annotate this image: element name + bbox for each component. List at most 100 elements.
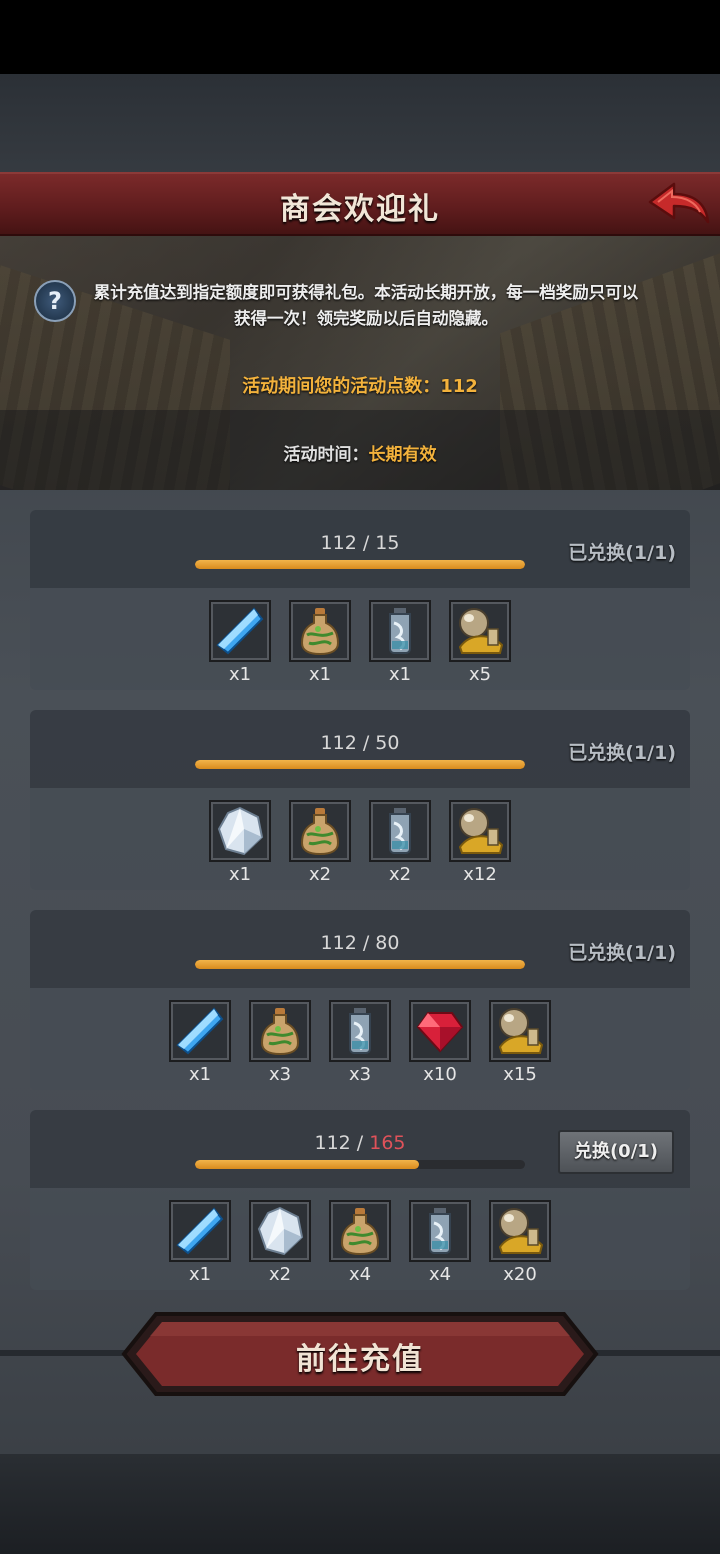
progress-separator: / xyxy=(356,932,376,954)
go-recharge-button[interactable]: 前往充值 xyxy=(120,1310,600,1398)
reward-item[interactable]: x4 xyxy=(329,1200,391,1285)
progress-required: 15 xyxy=(375,532,400,554)
reward-quantity: x5 xyxy=(468,664,492,685)
tier-claimed-status: 已兑换(1/1) xyxy=(568,742,676,764)
blue-crystal-icon xyxy=(209,600,271,662)
progress-separator: / xyxy=(356,732,376,754)
progress-required: 165 xyxy=(369,1132,406,1154)
gold-pouch-icon xyxy=(449,800,511,862)
reward-quantity: x10 xyxy=(423,1064,457,1085)
reward-quantity: x1 xyxy=(188,1264,212,1285)
reward-item[interactable]: x2 xyxy=(369,800,431,885)
progress-current: 112 xyxy=(320,732,357,754)
tier-progress-bar xyxy=(195,1160,525,1169)
reward-item[interactable]: x12 xyxy=(449,800,511,885)
progress-required: 80 xyxy=(375,932,400,954)
title-bar: 商会欢迎礼 xyxy=(0,172,720,236)
progress-current: 112 xyxy=(314,1132,351,1154)
help-icon[interactable]: ? xyxy=(34,280,76,322)
reward-item[interactable]: x3 xyxy=(249,1000,311,1085)
time-value: 长期有效 xyxy=(368,445,437,465)
gold-pouch-icon xyxy=(449,600,511,662)
cta-label: 前往充值 xyxy=(296,1342,424,1377)
tier-progress-fill xyxy=(195,1160,420,1169)
points-value: 112 xyxy=(440,376,478,397)
reward-quantity: x1 xyxy=(188,1064,212,1085)
tier-reward-items: x1 x2 x4 x4 x20 xyxy=(30,1200,690,1285)
cta-divider-left xyxy=(0,1350,130,1356)
reward-item[interactable]: x20 xyxy=(489,1200,551,1285)
points-label: 活动期间您的活动点数： xyxy=(242,376,441,397)
reward-tier: 112 / 165 兑换(0/1) x1 x2 x4 x4 x20 xyxy=(30,1110,690,1290)
tier-claimed-status: 已兑换(1/1) xyxy=(568,942,676,964)
green-potion-icon xyxy=(289,800,351,862)
reward-item[interactable]: x2 xyxy=(249,1200,311,1285)
reward-quantity: x4 xyxy=(348,1264,372,1285)
page-title: 商会欢迎礼 xyxy=(280,192,440,227)
reward-tier: 112 / 80 已兑换(1/1) x1 x3 x3 x10 x15 xyxy=(30,910,690,1090)
white-crystal-icon xyxy=(249,1200,311,1262)
tier-reward-items: x1 x1 x1 x5 xyxy=(30,600,690,685)
activity-time: 活动时间：长期有效 xyxy=(0,440,720,465)
water-vial-icon xyxy=(329,1000,391,1062)
tier-progress-fill xyxy=(195,760,525,769)
reward-item[interactable]: x1 xyxy=(209,800,271,885)
blue-crystal-icon xyxy=(169,1200,231,1262)
green-potion-icon xyxy=(249,1000,311,1062)
reward-quantity: x3 xyxy=(348,1064,372,1085)
progress-required: 50 xyxy=(375,732,400,754)
tier-progress-text: 112 / 50 xyxy=(195,732,525,754)
reward-quantity: x15 xyxy=(503,1064,537,1085)
status-bar xyxy=(0,0,720,74)
reward-quantity: x1 xyxy=(228,664,252,685)
reward-quantity: x1 xyxy=(388,664,412,685)
reward-item[interactable]: x15 xyxy=(489,1000,551,1085)
reward-quantity: x1 xyxy=(308,664,332,685)
event-description: 累计充值达到指定额度即可获得礼包。本活动长期开放，每一档奖励只可以获得一次！领完… xyxy=(93,283,639,328)
tier-progress-text: 112 / 80 xyxy=(195,932,525,954)
white-crystal-icon xyxy=(209,800,271,862)
activity-points: 活动期间您的活动点数：112 xyxy=(0,372,720,398)
tier-claim-button[interactable]: 兑换(0/1) xyxy=(558,1130,674,1174)
reward-item[interactable]: x10 xyxy=(409,1000,471,1085)
reward-item[interactable]: x1 xyxy=(369,600,431,685)
reward-tier: 112 / 15 已兑换(1/1) x1 x1 x1 x5 xyxy=(30,510,690,690)
tier-progress-text: 112 / 165 xyxy=(195,1132,525,1154)
progress-current: 112 xyxy=(320,532,357,554)
reward-item[interactable]: x1 xyxy=(169,1000,231,1085)
water-vial-icon xyxy=(409,1200,471,1262)
time-label: 活动时间： xyxy=(283,445,369,465)
tier-progress-bar xyxy=(195,560,525,569)
green-potion-icon xyxy=(289,600,351,662)
tier-progress-fill xyxy=(195,960,525,969)
reward-quantity: x12 xyxy=(463,864,497,885)
reward-quantity: x3 xyxy=(268,1064,292,1085)
tier-reward-items: x1 x3 x3 x10 x15 xyxy=(30,1000,690,1085)
progress-separator: / xyxy=(356,532,376,554)
water-vial-icon xyxy=(369,600,431,662)
gold-pouch-icon xyxy=(489,1200,551,1262)
reward-quantity: x2 xyxy=(308,864,332,885)
tier-reward-items: x1 x2 x2 x12 xyxy=(30,800,690,885)
gold-pouch-icon xyxy=(489,1000,551,1062)
back-arrow-icon[interactable] xyxy=(644,178,712,230)
reward-quantity: x1 xyxy=(228,864,252,885)
reward-item[interactable]: x1 xyxy=(209,600,271,685)
reward-item[interactable]: x4 xyxy=(409,1200,471,1285)
reward-item[interactable]: x2 xyxy=(289,800,351,885)
reward-item[interactable]: x5 xyxy=(449,600,511,685)
reward-quantity: x4 xyxy=(428,1264,452,1285)
reward-item[interactable]: x3 xyxy=(329,1000,391,1085)
progress-current: 112 xyxy=(320,932,357,954)
reward-quantity: x2 xyxy=(268,1264,292,1285)
reward-item[interactable]: x1 xyxy=(169,1200,231,1285)
progress-separator: / xyxy=(350,1132,370,1154)
tier-claimed-status: 已兑换(1/1) xyxy=(568,542,676,564)
reward-item[interactable]: x1 xyxy=(289,600,351,685)
reward-tier: 112 / 50 已兑换(1/1) x1 x2 x2 x12 xyxy=(30,710,690,890)
blue-crystal-icon xyxy=(169,1000,231,1062)
tier-progress-bar xyxy=(195,960,525,969)
reward-quantity: x20 xyxy=(503,1264,537,1285)
reward-quantity: x2 xyxy=(388,864,412,885)
water-vial-icon xyxy=(369,800,431,862)
